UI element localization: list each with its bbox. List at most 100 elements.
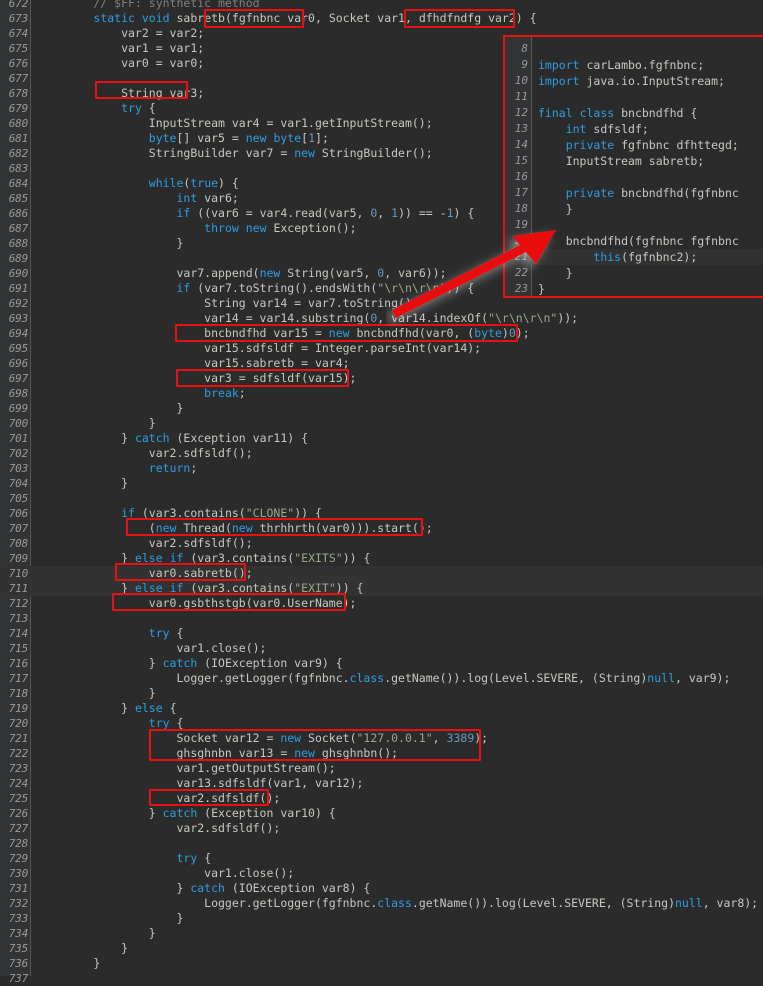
- code-line[interactable]: 722 ghsghnbn var13 = new ghsghnbn();: [0, 746, 763, 761]
- code-line[interactable]: 736 }: [0, 956, 763, 971]
- line-number: 677: [8, 72, 28, 85]
- code-line[interactable]: 711 } else if (var3.contains("EXIT")) {: [0, 581, 763, 596]
- line-number: 733: [8, 912, 28, 925]
- code-line[interactable]: 721 Socket var12 = new Socket("127.0.0.1…: [0, 731, 763, 746]
- line-number: 720: [8, 717, 28, 730]
- code-line[interactable]: 733 }: [0, 911, 763, 926]
- code-line[interactable]: 717 Logger.getLogger(fgfnbnc.class.getNa…: [0, 671, 763, 686]
- code-line[interactable]: 727 var2.sdfsldf();: [0, 821, 763, 836]
- inset-line-number: 19: [514, 218, 528, 231]
- inset-code-line-text: int sdfsldf;: [565, 122, 649, 136]
- inset-line-number: 10: [514, 74, 528, 87]
- code-line[interactable]: 672 // $FF: synthetic method: [0, 0, 763, 11]
- code-line[interactable]: 724 var13.sdfsldf(var1, var12);: [0, 776, 763, 791]
- line-number: 700: [8, 417, 28, 430]
- code-line[interactable]: 720 try {: [0, 716, 763, 731]
- code-line[interactable]: 695 var15.sdfsldf = Integer.parseInt(var…: [0, 341, 763, 356]
- code-line[interactable]: 705: [0, 491, 763, 506]
- code-line[interactable]: 725 var2.sdfsldf();: [0, 791, 763, 806]
- code-line[interactable]: 728: [0, 836, 763, 851]
- inset-line-number: 13: [514, 122, 528, 135]
- code-line[interactable]: 719 } else {: [0, 701, 763, 716]
- inset-code-content: 8 9 import carLambo.fgfnbnc; 10 import java.…: [505, 41, 763, 296]
- code-line[interactable]: 709 } else if (var3.contains("EXITS")) {: [0, 551, 763, 566]
- line-number: 710: [8, 567, 28, 580]
- inset-code-line: 19: [505, 217, 763, 233]
- inset-line-number: 9: [521, 58, 528, 71]
- line-number: 718: [8, 687, 28, 700]
- code-line-text: try {: [176, 851, 212, 865]
- code-line[interactable]: 732 Logger.getLogger(fgfnbnc.class.getNa…: [0, 896, 763, 911]
- inset-code-line: 14 private fgfnbnc dfhttegd;: [505, 137, 763, 153]
- code-line[interactable]: 737: [0, 971, 763, 986]
- line-number: 680: [8, 117, 28, 130]
- code-line[interactable]: 707 (new Thread(new thrhhrth(var0))).sta…: [0, 521, 763, 536]
- code-line-text: var14 = var14.substring(0, var14.indexOf…: [38, 311, 579, 325]
- code-line[interactable]: 729 try {: [0, 851, 763, 866]
- code-line[interactable]: 704 }: [0, 476, 763, 491]
- code-line-text: var2.sdfsldf();: [38, 821, 281, 835]
- inset-code-line-text: }: [538, 202, 573, 216]
- line-number: 697: [8, 372, 28, 385]
- code-line[interactable]: 700 }: [0, 416, 763, 431]
- line-number: 727: [8, 822, 28, 835]
- inset-code-line: 21 this(fgfnbnc2);: [505, 249, 763, 265]
- line-number: 688: [8, 237, 28, 250]
- code-line[interactable]: 673 static void sabretb(fgfnbnc var0, So…: [0, 11, 763, 26]
- line-number: 728: [8, 837, 28, 850]
- code-line[interactable]: 730 var1.close();: [0, 866, 763, 881]
- inset-code-panel[interactable]: 8 9 import carLambo.fgfnbnc; 10 import java.…: [503, 35, 763, 298]
- code-line[interactable]: 702 var2.sdfsldf();: [0, 446, 763, 461]
- code-line-text: String var14 = var7.toString();: [38, 296, 419, 310]
- code-line[interactable]: 713: [0, 611, 763, 626]
- code-line-text: var2.sdfsldf();: [38, 446, 253, 460]
- inset-code-line-text: }: [538, 282, 545, 296]
- code-line-text: } else if (var3.contains("EXITS")) {: [38, 551, 371, 565]
- code-line[interactable]: 703 return;: [0, 461, 763, 476]
- code-line[interactable]: 699 }: [0, 401, 763, 416]
- code-line[interactable]: 726 } catch (Exception var10) {: [0, 806, 763, 821]
- inset-code-line: 9 import carLambo.fgfnbnc;: [505, 57, 763, 73]
- line-number: 696: [8, 357, 28, 370]
- code-line[interactable]: 716 } catch (IOException var9) {: [0, 656, 763, 671]
- code-line[interactable]: 714 try {: [0, 626, 763, 641]
- inset-code-line-text: bncbndfhd(fgfnbnc fgfnbnc: [538, 234, 739, 248]
- code-line[interactable]: 708 var2.sdfsldf();: [0, 536, 763, 551]
- code-line-text: } catch (Exception var11) {: [38, 431, 309, 445]
- code-line[interactable]: 723 var1.getOutputStream();: [0, 761, 763, 776]
- line-number: 691: [8, 282, 28, 295]
- code-line-text: var7.append(new String(var5, 0, var6));: [38, 266, 447, 280]
- code-line[interactable]: 693 var14 = var14.substring(0, var14.ind…: [0, 311, 763, 326]
- inset-line-number: 12: [514, 106, 528, 119]
- line-number: 706: [8, 507, 28, 520]
- code-line[interactable]: 697 var3 = sdfsldf(var15);: [0, 371, 763, 386]
- code-line[interactable]: 731 } catch (IOException var8) {: [0, 881, 763, 896]
- code-line[interactable]: 710 var0.sabretb();: [0, 566, 763, 581]
- code-line[interactable]: 718 }: [0, 686, 763, 701]
- line-number: 709: [8, 552, 28, 565]
- line-number: 676: [8, 57, 28, 70]
- line-number: 734: [8, 927, 28, 940]
- inset-code-line: 12 final class bncbndfhd {: [505, 105, 763, 121]
- line-number: 678: [8, 87, 28, 100]
- code-line-text: Logger.getLogger(fgfnbnc.class.getName()…: [38, 896, 759, 910]
- line-number: 686: [8, 207, 28, 220]
- code-line[interactable]: 715 var1.close();: [0, 641, 763, 656]
- code-line[interactable]: 698 break;: [0, 386, 763, 401]
- code-line-text: } else if (var3.contains("EXIT")) {: [38, 581, 364, 595]
- code-line[interactable]: 712 var0.gsbthstgb(var0.UserName);: [0, 596, 763, 611]
- code-line[interactable]: 696 var15.sabretb = var4;: [0, 356, 763, 371]
- code-line[interactable]: 694 bncbndfhd var15 = new bncbndfhd(var0…: [0, 326, 763, 341]
- code-line-text: }: [38, 236, 184, 250]
- line-number: 673: [8, 12, 28, 25]
- code-line[interactable]: 706 if (var3.contains("CLONE")) {: [0, 506, 763, 521]
- code-line-text: var15.sabretb = var4;: [38, 356, 350, 370]
- code-line[interactable]: 692 String var14 = var7.toString();: [0, 296, 763, 311]
- code-line-text: var0.gsbthstgb(var0.UserName);: [38, 596, 357, 610]
- line-number: 732: [8, 897, 28, 910]
- code-line[interactable]: 734 }: [0, 926, 763, 941]
- code-line[interactable]: 701 } catch (Exception var11) {: [0, 431, 763, 446]
- code-line[interactable]: 735 }: [0, 941, 763, 956]
- code-line-text: }: [38, 416, 156, 430]
- line-number: 722: [8, 747, 28, 760]
